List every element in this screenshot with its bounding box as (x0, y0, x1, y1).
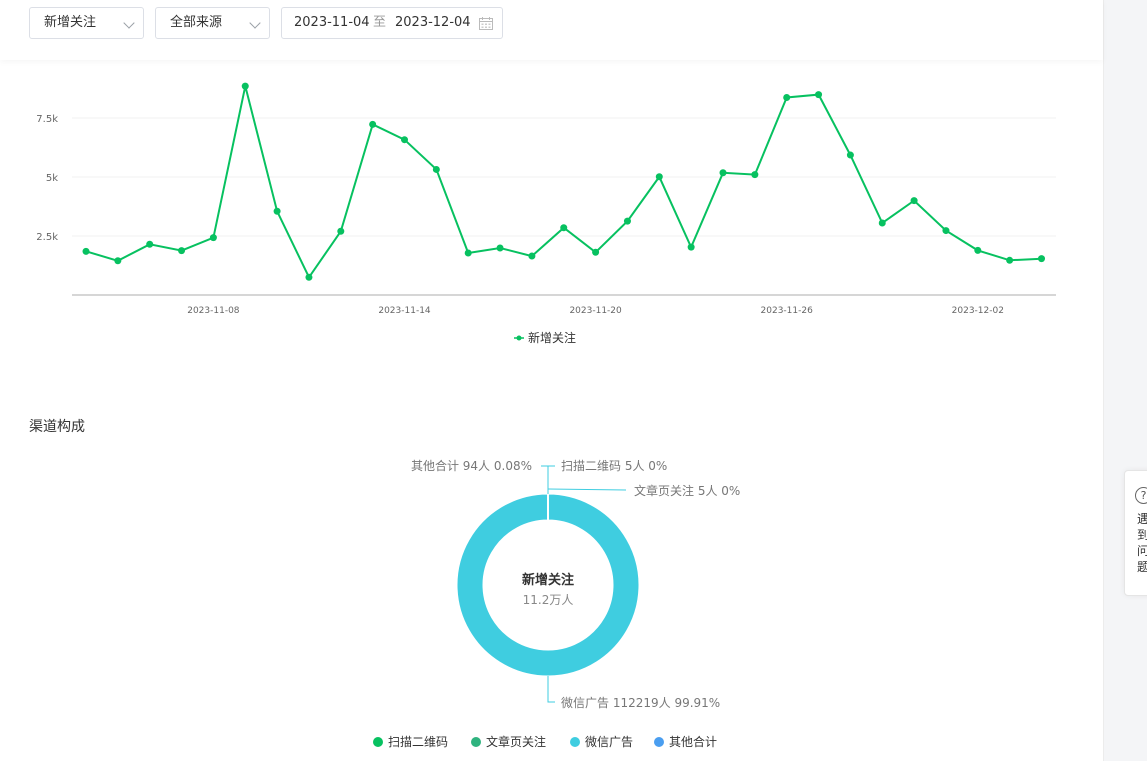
line-chart-panel: 2.5k 5k 7.5k 2023-11-08 2023-11-14 2023-11-20… (0, 66, 1103, 366)
legend-label: 新增关注 (528, 330, 576, 345)
data-point (369, 121, 376, 128)
chevron-down-icon (249, 17, 260, 28)
donut-chart: 新增关注 11.2万人 其他合计 94人 0.08% 扫描二维码 5人 0% 文章页关注… (0, 440, 1103, 761)
slice-label: 其他合计 94人 0.08% (411, 458, 532, 473)
x-tick-label: 2023-11-14 (378, 306, 431, 316)
date-end[interactable]: 2023-12-04 (395, 8, 471, 38)
data-point (751, 171, 758, 178)
slice-label: 微信广告 112219人 99.91% (561, 696, 720, 710)
data-point (720, 169, 727, 176)
x-tick-label: 2023-11-20 (569, 306, 622, 316)
data-point (497, 245, 504, 252)
data-point (783, 94, 790, 101)
metric-select[interactable]: 新增关注 (29, 7, 144, 39)
data-point (656, 173, 663, 180)
data-point (401, 136, 408, 143)
data-point (688, 244, 695, 251)
chevron-down-icon (123, 17, 134, 28)
x-tick-label: 2023-11-08 (187, 306, 240, 316)
date-start[interactable]: 2023-11-04 (294, 8, 370, 38)
source-select-value: 全部来源 (170, 15, 222, 30)
data-point (1006, 257, 1013, 264)
data-point (114, 257, 121, 264)
legend-marker (517, 336, 522, 341)
leader-line (541, 466, 548, 494)
data-point (815, 91, 822, 98)
right-gutter (1103, 0, 1147, 761)
section-title: 渠道构成 (29, 416, 85, 436)
legend-label: 扫描二维码 (388, 735, 448, 749)
data-point (146, 241, 153, 248)
y-tick-label: 7.5k (36, 114, 58, 125)
data-point (242, 83, 249, 90)
legend-marker (471, 737, 481, 747)
legend-marker (373, 737, 383, 747)
data-point (942, 227, 949, 234)
data-point (528, 253, 535, 260)
data-point (433, 166, 440, 173)
series-line (86, 86, 1042, 277)
data-point (847, 152, 854, 159)
x-tick-label: 2023-12-02 (952, 306, 1004, 316)
data-point (592, 249, 599, 256)
data-point (274, 208, 281, 215)
legend-marker (570, 737, 580, 747)
data-point (1038, 255, 1045, 262)
data-point (879, 220, 886, 227)
legend-label: 文章页关注 (486, 734, 546, 749)
data-point (337, 228, 344, 235)
data-point (465, 249, 472, 256)
donut-center-title: 新增关注 (522, 572, 574, 588)
metric-select-value: 新增关注 (44, 15, 96, 30)
y-tick-label: 5k (46, 173, 58, 184)
slice-label: 文章页关注 5人 0% (634, 483, 740, 498)
data-point (83, 248, 90, 255)
question-icon: ? (1135, 487, 1147, 504)
data-point (305, 274, 312, 281)
legend-marker (654, 737, 664, 747)
data-point (974, 247, 981, 254)
line-chart: 2.5k 5k 7.5k 2023-11-08 2023-11-14 2023-11-20… (0, 66, 1103, 366)
x-tick-label: 2023-11-26 (761, 306, 814, 316)
y-tick-label: 2.5k (36, 232, 58, 243)
help-tab-text: 遇到问题 (1137, 511, 1147, 575)
data-point (911, 197, 918, 204)
legend-label: 微信广告 (585, 735, 633, 749)
slice-label: 扫描二维码 5人 0% (561, 459, 667, 473)
data-point (560, 224, 567, 231)
date-range-picker[interactable]: 2023-11-04 至 2023-12-04 (281, 7, 503, 39)
donut-chart-panel: 新增关注 11.2万人 其他合计 94人 0.08% 扫描二维码 5人 0% 文章页关注… (0, 440, 1103, 761)
date-separator: 至 (373, 8, 386, 38)
help-tab[interactable]: ? 遇到问题 (1124, 470, 1147, 596)
data-point (624, 218, 631, 225)
filter-bar: 新增关注 全部来源 2023-11-04 至 2023-12-04 (0, 0, 1103, 60)
leader-line (548, 676, 555, 702)
calendar-icon[interactable] (479, 17, 493, 30)
data-point (210, 234, 217, 241)
donut-center-value: 11.2万人 (523, 593, 574, 607)
data-point (178, 247, 185, 254)
legend-label: 其他合计 (669, 734, 717, 749)
source-select[interactable]: 全部来源 (155, 7, 270, 39)
leader-line (548, 489, 626, 490)
